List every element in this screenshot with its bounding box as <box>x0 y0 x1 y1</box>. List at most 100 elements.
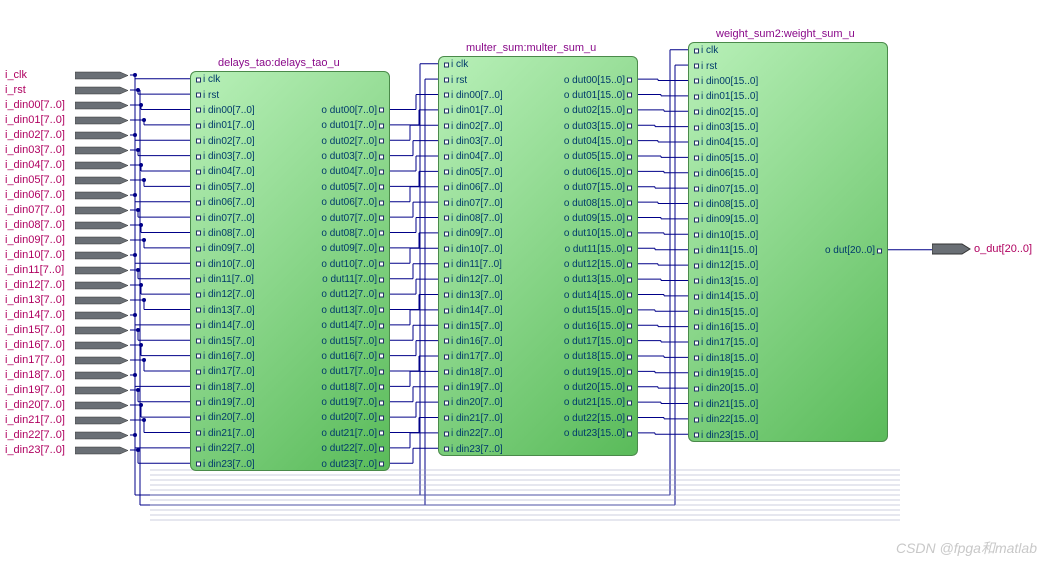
input-arrow-21 <box>75 386 130 395</box>
input-label-11: i_din09[7..0] <box>5 234 65 246</box>
b2-in-25: i din23[7..0] <box>443 444 503 455</box>
b2-out-18: o dut17[15..0] <box>564 336 633 347</box>
input-arrow-8 <box>75 191 130 200</box>
b2-in-11: i din09[7..0] <box>443 228 503 239</box>
b2-out-5: o dut04[15..0] <box>564 136 633 147</box>
b2-in-16: i din14[7..0] <box>443 305 503 316</box>
output-label: o_dut[20..0] <box>974 243 1032 255</box>
b1-out-25: o dut23[7..0] <box>321 459 385 470</box>
input-label-14: i_din12[7..0] <box>5 279 65 291</box>
b2-out-11: o dut10[15..0] <box>564 228 633 239</box>
block-delays-tao: i clki rsti din00[7..0]o dut00[7..0]i di… <box>190 71 390 471</box>
b1-in-11: i din09[7..0] <box>195 243 255 254</box>
input-arrow-7 <box>75 176 130 185</box>
input-label-13: i_din11[7..0] <box>5 264 64 276</box>
b1-out-11: o dut09[7..0] <box>321 243 385 254</box>
b1-out-17: o dut15[7..0] <box>321 336 385 347</box>
b1-out-3: o dut01[7..0] <box>321 120 385 131</box>
input-label-15: i_din13[7..0] <box>5 294 65 306</box>
b3-in-7: i din05[15..0] <box>693 153 758 164</box>
input-label-24: i_din22[7..0] <box>5 429 65 441</box>
input-arrow-13 <box>75 266 130 275</box>
input-label-18: i_din16[7..0] <box>5 339 65 351</box>
b2-in-8: i din06[7..0] <box>443 182 503 193</box>
input-arrow-24 <box>75 431 130 440</box>
b1-out-10: o dut08[7..0] <box>321 228 385 239</box>
b1-in-25: i din23[7..0] <box>195 459 255 470</box>
b2-out-2: o dut01[15..0] <box>564 90 633 101</box>
input-label-7: i_din05[7..0] <box>5 174 65 186</box>
input-arrow-0 <box>75 71 130 80</box>
input-arrow-16 <box>75 311 130 320</box>
b1-out-5: o dut03[7..0] <box>321 151 385 162</box>
b1-out-8: o dut06[7..0] <box>321 197 385 208</box>
b2-in-23: i din21[7..0] <box>443 413 503 424</box>
input-label-25: i_din23[7..0] <box>5 444 65 456</box>
b2-out-21: o dut20[15..0] <box>564 382 633 393</box>
b3-in-8: i din06[15..0] <box>693 168 758 179</box>
input-arrow-25 <box>75 446 130 455</box>
input-arrow-22 <box>75 401 130 410</box>
input-label-12: i_din10[7..0] <box>5 249 65 261</box>
b2-out-8: o dut07[15..0] <box>564 182 633 193</box>
input-arrow-1 <box>75 86 130 95</box>
b1-in-5: i din03[7..0] <box>195 151 255 162</box>
b2-in-10: i din08[7..0] <box>443 213 503 224</box>
b2-out-3: o dut02[15..0] <box>564 105 633 116</box>
b1-in-17: i din15[7..0] <box>195 336 255 347</box>
b1-in-2: i din00[7..0] <box>195 105 255 116</box>
b3-in-4: i din02[15..0] <box>693 107 758 118</box>
b1-in-23: i din21[7..0] <box>195 428 255 439</box>
b1-out-7: o dut05[7..0] <box>321 182 385 193</box>
b1-in-6: i din04[7..0] <box>195 166 255 177</box>
b2-out-23: o dut22[15..0] <box>564 413 633 424</box>
input-arrow-15 <box>75 296 130 305</box>
input-arrow-2 <box>75 101 130 110</box>
b1-in-13: i din11[7..0] <box>195 274 254 285</box>
b2-in-5: i din03[7..0] <box>443 136 503 147</box>
b2-out-7: o dut06[15..0] <box>564 167 633 178</box>
input-label-3: i_din01[7..0] <box>5 114 65 126</box>
b1-out-12: o dut10[7..0] <box>321 259 385 270</box>
b1-out-6: o dut04[7..0] <box>321 166 385 177</box>
b2-out-12: o dut11[15..0] <box>565 244 633 255</box>
b2-in-9: i din07[7..0] <box>443 198 503 209</box>
b1-in-22: i din20[7..0] <box>195 412 255 423</box>
input-arrow-18 <box>75 341 130 350</box>
b2-in-21: i din19[7..0] <box>443 382 503 393</box>
block-multer-sum: i clki rsto dut00[15..0]i din00[7..0]o d… <box>438 56 638 456</box>
block3-title: weight_sum2:weight_sum_u <box>716 28 855 40</box>
b2-out-16: o dut15[15..0] <box>564 305 633 316</box>
block-weight-sum: i clki rsti din00[15..0]i din01[15..0]i … <box>688 42 888 442</box>
input-arrow-4 <box>75 131 130 140</box>
b3-in-25: i din23[15..0] <box>693 430 758 441</box>
input-arrow-23 <box>75 416 130 425</box>
input-arrow-11 <box>75 236 130 245</box>
b3-in-10: i din08[15..0] <box>693 199 758 210</box>
input-arrow-6 <box>75 161 130 170</box>
input-arrow-17 <box>75 326 130 335</box>
b3-in-5: i din03[15..0] <box>693 122 758 133</box>
b3-in-12: i din10[15..0] <box>693 230 758 241</box>
b1-in-9: i din07[7..0] <box>195 213 255 224</box>
input-label-10: i_din08[7..0] <box>5 219 65 231</box>
b2-in-20: i din18[7..0] <box>443 367 503 378</box>
b1-out-15: o dut13[7..0] <box>321 305 385 316</box>
b2-in-19: i din17[7..0] <box>443 351 503 362</box>
b1-in-15: i din13[7..0] <box>195 305 255 316</box>
b1-out-23: o dut21[7..0] <box>321 428 385 439</box>
b1-out-2: o dut00[7..0] <box>321 105 385 116</box>
b3-in-1: i rst <box>693 61 717 72</box>
input-arrow-12 <box>75 251 130 260</box>
input-label-2: i_din00[7..0] <box>5 99 65 111</box>
b2-out-10: o dut09[15..0] <box>564 213 633 224</box>
b1-in-0: i clk <box>195 74 220 85</box>
input-label-4: i_din02[7..0] <box>5 129 65 141</box>
input-arrow-5 <box>75 146 130 155</box>
b2-out-1: o dut00[15..0] <box>564 75 633 86</box>
b1-in-19: i din17[7..0] <box>195 366 255 377</box>
b3-in-3: i din01[15..0] <box>693 91 758 102</box>
b2-in-18: i din16[7..0] <box>443 336 503 347</box>
b3-in-24: i din22[15..0] <box>693 414 758 425</box>
b1-in-8: i din06[7..0] <box>195 197 255 208</box>
